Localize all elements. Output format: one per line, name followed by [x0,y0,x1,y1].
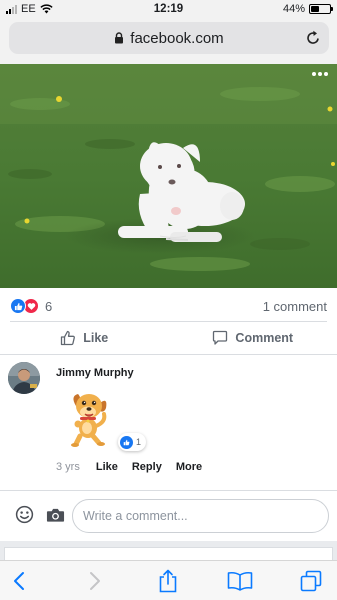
like-reaction-icon [120,435,133,449]
comment-count-link[interactable]: 1 comment [263,299,327,314]
address-bar[interactable]: facebook.com [9,22,329,54]
chevron-left-icon [14,572,24,590]
user-photo-image [8,362,40,394]
back-button[interactable] [6,569,32,593]
reaction-icons[interactable] [10,298,39,314]
comment-reaction-count: 1 [136,437,142,447]
dot-icon [312,72,316,76]
reactions-summary: 6 1 comment [10,296,327,316]
thumbs-up-icon [61,330,76,346]
battery-icon [309,4,333,14]
post-action-bar: Like Comment [0,323,337,353]
comment-timestamp[interactable]: 3 yrs [56,461,80,473]
comment-input[interactable] [72,499,329,533]
comment-button[interactable]: Comment [169,323,337,353]
comment-meta: 3 yrs Like Reply More [56,461,216,473]
comment-like-link[interactable]: Like [96,461,118,473]
battery-fill [311,6,319,12]
browser-toolbar [0,560,337,600]
battery-percent: 44% [282,3,305,15]
share-button[interactable] [155,569,181,593]
comment-reaction-badge[interactable]: 1 [118,433,147,451]
status-right: 44% [282,3,333,15]
like-button-label: Like [83,331,109,345]
chevron-right-icon [90,572,100,590]
emoji-icon[interactable] [15,505,34,524]
comment-more-link[interactable]: More [176,461,202,473]
comment-bubble-icon [213,330,228,345]
status-bar: EE 12:19 44% [0,0,337,20]
dot-icon [324,72,328,76]
lock-icon [115,32,124,44]
next-post-edge [4,547,333,560]
browser-header: facebook.com [0,20,337,64]
tabs-button[interactable] [298,569,324,593]
comment-reply-link[interactable]: Reply [132,461,162,473]
share-icon [159,569,177,593]
divider [0,354,337,355]
bookmarks-button[interactable] [225,569,255,593]
camera-icon[interactable] [46,507,65,523]
like-button[interactable]: Like [0,323,169,353]
like-reaction-icon [10,298,26,314]
next-post-card [0,541,337,560]
avatar[interactable] [8,362,40,394]
divider [10,321,327,322]
comment-author-name[interactable]: Jimmy Murphy [56,367,134,379]
photo-options-button[interactable] [309,64,331,84]
comment-button-label: Comment [235,331,294,345]
post-photo[interactable] [0,64,337,288]
dog-photo-image [0,64,337,288]
tabs-icon [300,570,322,592]
dog-sticker-image [71,394,107,447]
dot-icon [318,72,322,76]
comment-composer [0,491,337,541]
comment-sticker[interactable] [66,388,112,448]
reaction-count[interactable]: 6 [45,299,52,314]
reload-icon[interactable] [305,30,321,46]
url-text: facebook.com [130,29,224,47]
forward-button[interactable] [82,569,108,593]
book-icon [227,571,253,591]
